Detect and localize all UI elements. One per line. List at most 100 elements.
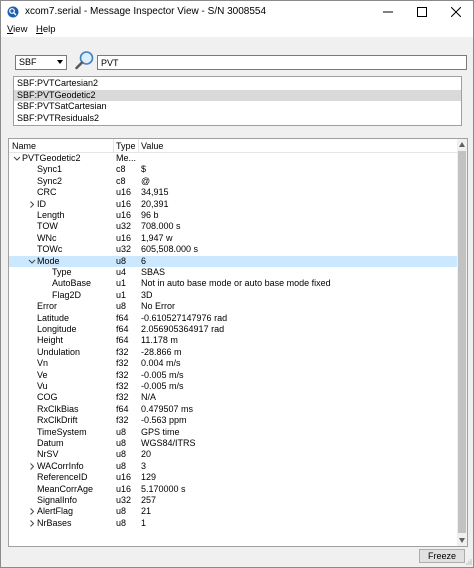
tree-row-name: RxClkDrift (37, 415, 78, 426)
tree-row[interactable]: AutoBase u1 Not in auto base mode or auto … (9, 278, 457, 289)
tree-row-value: 605,508.000 s (141, 244, 199, 255)
tree-header: Name Type Value (9, 139, 457, 153)
tree-row[interactable]: RxClkDrift f32 -0.563 ppm (9, 415, 457, 426)
tree-row-name: Vn (37, 358, 49, 369)
tree-row-value: N/A (141, 392, 157, 403)
column-value-header[interactable]: Value (141, 141, 163, 151)
chevron-down-icon[interactable] (28, 256, 36, 267)
tree-row[interactable]: Longitude f64 2.056905364917 rad (9, 324, 457, 335)
vertical-scrollbar[interactable] (457, 139, 467, 546)
tree-row[interactable]: TOWc u32 605,508.000 s (9, 244, 457, 255)
message-type-dropdown[interactable]: SBF (15, 55, 67, 70)
tree-row[interactable]: ReferenceID u16 129 (9, 472, 457, 483)
block-list-item[interactable]: SBF:PVTCartesian2 (14, 78, 461, 89)
tree-row[interactable]: Height f64 11.178 m (9, 335, 457, 346)
tree-row[interactable]: Vn f32 0.004 m/s (9, 358, 457, 369)
tree-row-name: PVTGeodetic2 (22, 153, 81, 163)
chevron-down-icon[interactable] (13, 153, 21, 164)
tree-row[interactable]: Flag2D u1 3D (9, 290, 457, 301)
tree-row[interactable]: MeanCorrAge u16 5.170000 s (9, 484, 457, 495)
tree-row[interactable]: Sync1 c8 $ (9, 164, 457, 175)
tree-row-value: Not in auto base mode or auto base mode … (141, 278, 331, 289)
tree-row-name: Datum (37, 438, 64, 448)
tree-row-type: c8 (116, 164, 126, 175)
search-input[interactable] (97, 55, 467, 70)
tree-row[interactable]: Ve f32 -0.005 m/s (9, 370, 457, 381)
block-list-item[interactable]: SBF:PVTGeodetic2 (14, 89, 461, 101)
tree-row[interactable]: Undulation f32 -28.866 m (9, 347, 457, 358)
tree-row[interactable]: ID u16 20,391 (9, 199, 457, 210)
tree-row-value: 708.000 s (141, 221, 181, 232)
tree-row-name: WNc (37, 232, 57, 243)
title-bar[interactable]: xcom7.serial - Message Inspector View - … (1, 1, 473, 23)
block-list-item-label: SBF:PVTSatCartesian (17, 101, 107, 111)
tree-row-type: u8 (116, 255, 127, 266)
tree-row[interactable]: Error u8 No Error (9, 301, 457, 312)
tree-row[interactable]: Sync2 c8 @ (9, 176, 457, 187)
close-button[interactable] (439, 1, 473, 23)
tree-row[interactable]: SignalInfo u32 257 (9, 495, 457, 506)
column-type-header[interactable]: Type (116, 141, 136, 151)
tree-row[interactable]: WACorrInfo u8 3 (9, 461, 457, 472)
window-title: xcom7.serial - Message Inspector View - … (25, 6, 267, 17)
column-separator[interactable] (138, 139, 139, 152)
column-name-header[interactable]: Name (12, 141, 36, 151)
freeze-button[interactable]: Freeze (419, 549, 465, 563)
tree-row[interactable]: Length u16 96 b (9, 210, 457, 221)
tree-row[interactable]: COG f32 N/A (9, 392, 457, 403)
message-tree[interactable]: Name Type Value PVTGeodetic2 Me... Sync1 c8… (8, 138, 468, 547)
tree-row[interactable]: Vu f32 -0.005 m/s (9, 381, 457, 392)
tree-row[interactable]: Datum u8 WGS84/ITRS (9, 438, 457, 449)
tree-row[interactable]: TimeSystem u8 GPS time (9, 427, 457, 438)
tree-row[interactable]: CRC u16 34,915 (9, 187, 457, 198)
tree-row[interactable]: TOW u32 708.000 s (9, 221, 457, 232)
scroll-down-icon[interactable] (459, 538, 465, 543)
chevron-right-icon[interactable] (28, 199, 36, 210)
tree-row-value: -28.866 m (141, 346, 182, 357)
minimize-button[interactable] (371, 1, 405, 23)
tree-row-name: TOW (37, 221, 58, 232)
tree-row-type: u8 (116, 517, 127, 528)
tree-row-type: u8 (116, 426, 127, 437)
column-separator[interactable] (113, 139, 114, 152)
tree-row-type: u8 (116, 449, 127, 460)
chevron-right-icon[interactable] (28, 506, 36, 517)
tree-row-name: Height (37, 335, 64, 346)
tree-row[interactable]: Mode u8 6 (9, 255, 457, 267)
tree-row-name: TimeSystem (37, 426, 87, 437)
scroll-up-icon[interactable] (459, 142, 465, 147)
tree-row-name: NrSV (37, 449, 59, 460)
tree-row[interactable]: RxClkBias f64 0.479507 ms (9, 404, 457, 415)
tree-row-type: f32 (116, 415, 129, 426)
tree-row-name: Sync2 (37, 175, 63, 186)
menu-help[interactable]: Help (36, 24, 56, 35)
tree-row-type: u4 (116, 267, 127, 277)
chevron-right-icon[interactable] (28, 518, 36, 529)
tree-row-type: u16 (116, 483, 132, 494)
tree-row[interactable]: Type u4 SBAS (9, 267, 457, 278)
tree-row-name: TOWc (37, 244, 63, 255)
tree-row-type: u32 (116, 495, 132, 505)
chevron-right-icon[interactable] (28, 461, 36, 472)
tree-row-name: Undulation (37, 346, 81, 357)
search-icon[interactable] (74, 50, 96, 70)
tree-row-type: f64 (116, 335, 129, 346)
block-list-item[interactable]: SBF:PVTResiduals2 (14, 113, 461, 124)
message-inspector-window: xcom7.serial - Message Inspector View - … (0, 0, 474, 568)
tree-row[interactable]: Latitude f64 -0.610527147976 rad (9, 313, 457, 324)
tree-row[interactable]: PVTGeodetic2 Me... (9, 153, 457, 164)
tree-row-type: u16 (116, 187, 132, 198)
block-list-item[interactable]: SBF:PVTSatCartesian (14, 101, 461, 112)
scrollbar-thumb[interactable] (458, 151, 466, 533)
tree-row[interactable]: NrSV u8 20 (9, 449, 457, 460)
block-list[interactable]: SBF:PVTCartesian2 SBF:PVTGeodetic2 SBF:PVT… (13, 76, 462, 126)
tree-row-type: c8 (116, 175, 126, 186)
resize-grip-icon[interactable] (466, 559, 472, 565)
tree-row[interactable]: NrBases u8 1 (9, 518, 457, 529)
tree-row-type: u32 (116, 221, 132, 232)
tree-row-value: 129 (141, 472, 157, 483)
tree-row[interactable]: WNc u16 1,947 w (9, 233, 457, 244)
menu-view[interactable]: View (7, 24, 27, 35)
tree-row[interactable]: AlertFlag u8 21 (9, 506, 457, 517)
maximize-button[interactable] (405, 1, 439, 23)
